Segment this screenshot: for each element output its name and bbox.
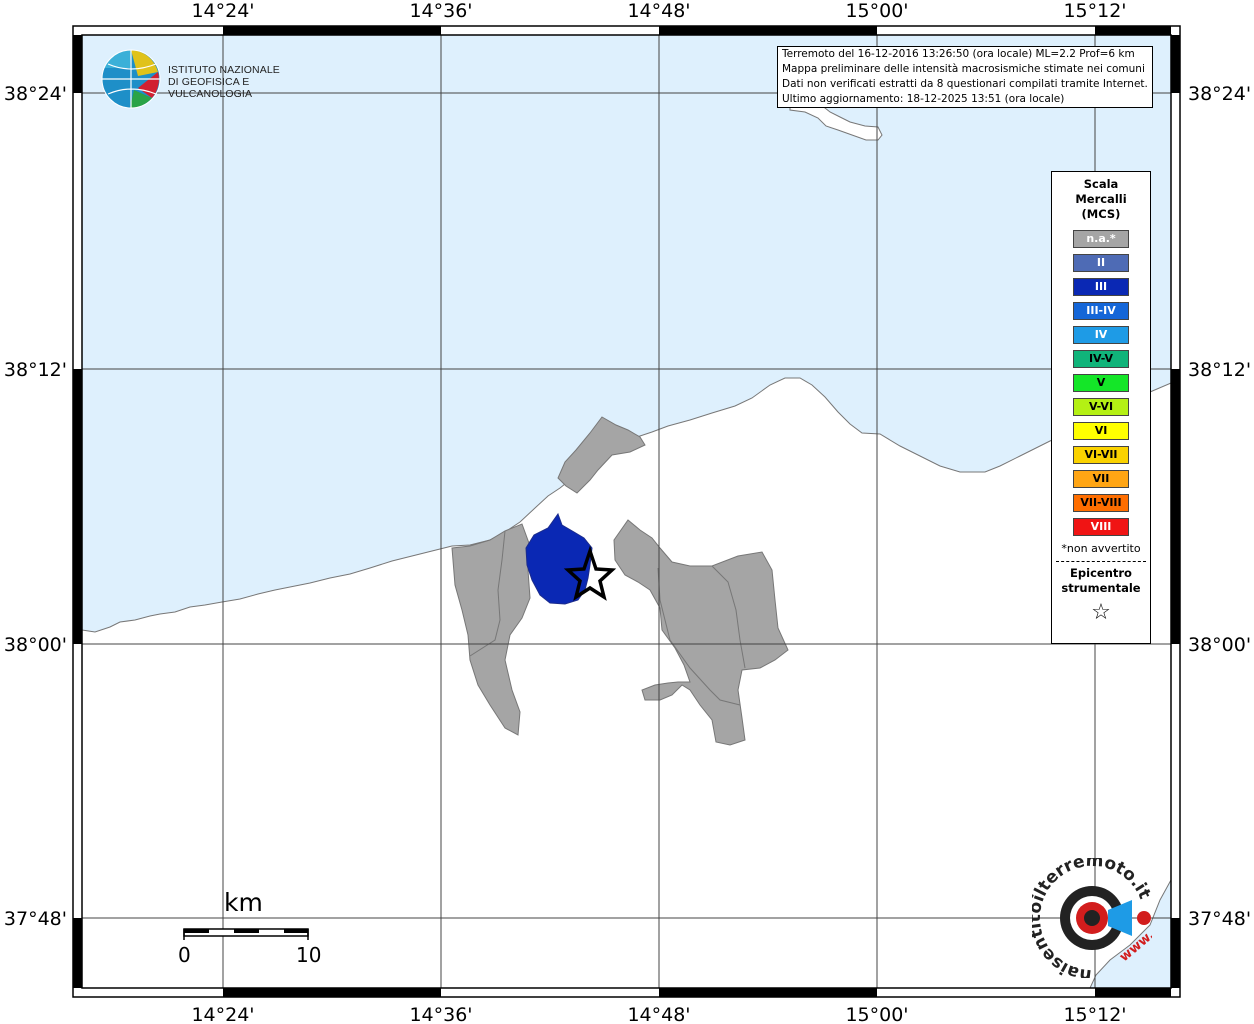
lat-label-left-2: 38°12' [4,359,67,381]
haisentito-logo-www: www. [1117,928,1152,965]
lat-label-left-4: 37°48' [4,908,67,930]
legend-item: VII-VIII [1073,494,1129,512]
ingv-logo: ISTITUTO NAZIONALE DI GEOFISICA E VULCAN… [100,48,320,110]
lon-label-top-4: 15°00' [845,0,908,22]
legend-item: IV [1073,326,1129,344]
legend-note: *non avvertito [1061,542,1141,555]
lon-label-bottom-1: 14°24' [191,1004,254,1024]
legend-item: VI [1073,422,1129,440]
event-info-box: Terremoto del 16-12-2016 13:26:50 (ora l… [777,46,1153,108]
event-info-line4: Ultimo aggiornamento: 18-12-2025 13:51 (… [782,93,1065,105]
legend-item: III-IV [1073,302,1129,320]
lon-label-top-2: 14°36' [409,0,472,22]
lon-label-top-3: 14°48' [627,0,690,22]
scale-bar-start: 0 [178,943,191,967]
ingv-logo-line2: DI GEOFISICA E VULCANOLOGIA [168,76,253,100]
lat-label-right-3: 38°00' [1188,634,1251,656]
legend-items: n.a.* II III III-IV IV IV-V V V-VI VI VI-VII VII VI… [1052,230,1150,536]
ingv-logo-line1: ISTITUTO NAZIONALE [168,64,280,76]
legend-item: V-VI [1073,398,1129,416]
legend-item: III [1073,278,1129,296]
haisentito-target-icon: haisentitoilterremoto.it www. [1025,851,1157,986]
legend-item: VIII [1073,518,1129,536]
legend-item: II [1073,254,1129,272]
lon-label-bottom-4: 15°00' [845,1004,908,1024]
lon-label-bottom-3: 14°48' [627,1004,690,1024]
lon-label-bottom-2: 14°36' [409,1004,472,1024]
legend-item: V [1073,374,1129,392]
legend-title-line2: Mercalli [1075,192,1127,206]
legend-item: VI-VII [1073,446,1129,464]
legend-star-icon: ☆ [1091,600,1111,625]
lat-label-right-1: 38°24' [1188,83,1251,105]
ingv-globe-icon [101,49,161,109]
lon-label-top-1: 14°24' [191,0,254,22]
event-info-line3: Dati non verificati estratti da 8 questi… [782,78,1148,90]
lon-label-bottom-5: 15°12' [1063,1004,1126,1024]
scale-bar-end: 10 [296,943,322,967]
legend-epicentre-line1: Epicentro [1070,566,1132,580]
event-info-line2: Mappa preliminare delle intensità macros… [782,63,1145,75]
lat-label-right-2: 38°12' [1188,359,1251,381]
lon-label-top-5: 15°12' [1063,0,1126,22]
event-info-line1: Terremoto del 16-12-2016 13:26:50 (ora l… [782,48,1135,60]
intensity-legend: Scala Mercalli (MCS) n.a.* II III III-IV IV I… [1051,171,1151,644]
lat-label-left-3: 38°00' [4,634,67,656]
scale-bar-unit: km [224,888,263,917]
lat-label-left-1: 38°24' [4,83,67,105]
haisentito-logo: haisentitoilterremoto.it www. [1025,851,1157,986]
legend-item: n.a.* [1073,230,1129,248]
legend-epicentre-line2: strumentale [1061,581,1141,595]
legend-item: VII [1073,470,1129,488]
legend-separator [1056,561,1146,562]
legend-title-line1: Scala [1083,177,1119,191]
legend-item: IV-V [1073,350,1129,368]
legend-title-line3: (MCS) [1081,207,1121,221]
lat-label-right-4: 37°48' [1188,908,1251,930]
